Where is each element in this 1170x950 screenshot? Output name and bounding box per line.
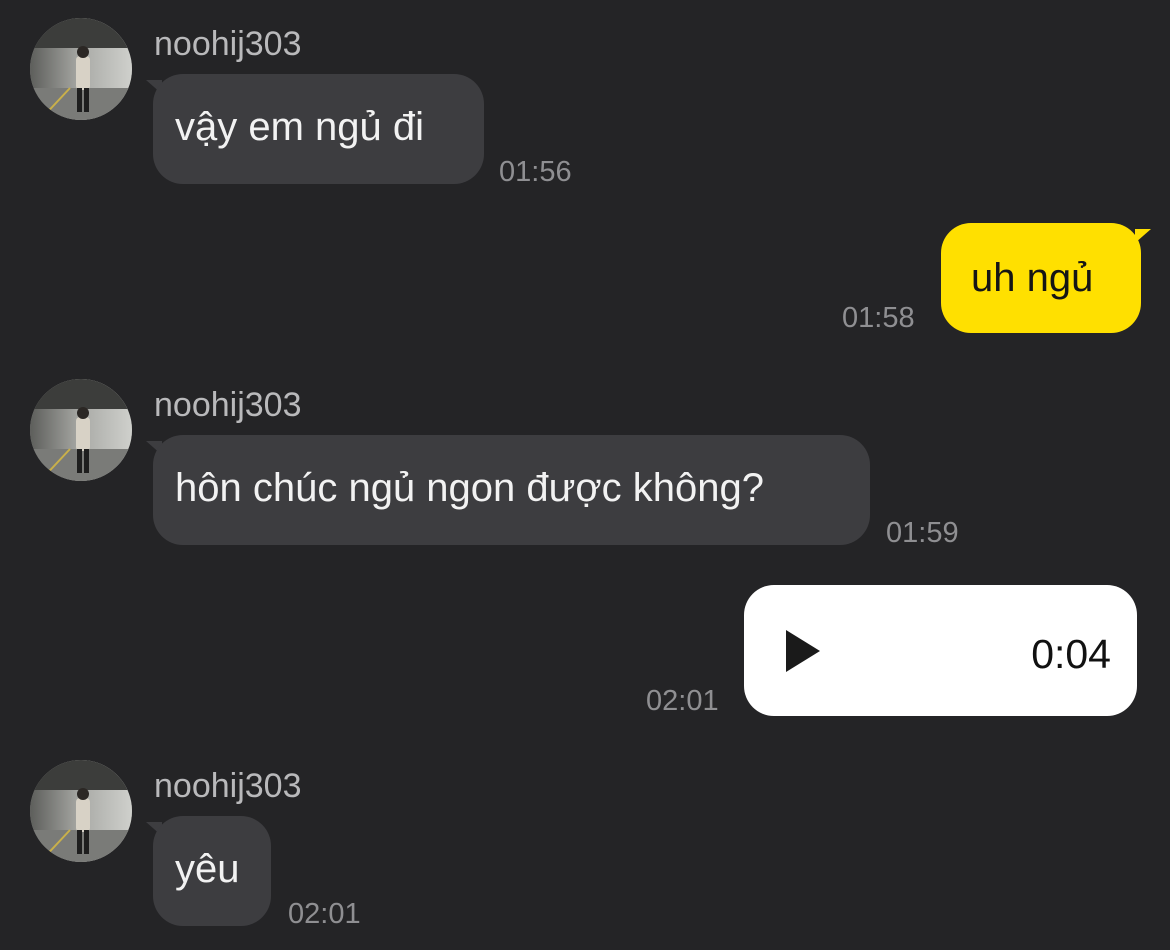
message-bubble[interactable]: uh ngủ — [941, 223, 1141, 333]
message-bubble[interactable]: hôn chúc ngủ ngon được không? — [153, 435, 870, 545]
message-timestamp: 01:59 — [886, 517, 959, 549]
bubble-tail — [1135, 229, 1151, 243]
message-timestamp: 01:58 — [842, 302, 915, 334]
sender-name: noohij303 — [154, 767, 302, 805]
voice-message-bubble[interactable]: 0:04 — [744, 585, 1137, 716]
sender-name: noohij303 — [154, 25, 302, 63]
sender-avatar[interactable] — [30, 760, 132, 862]
sender-avatar[interactable] — [30, 379, 132, 481]
message-timestamp: 01:56 — [499, 156, 572, 188]
voice-duration: 0:04 — [1031, 631, 1111, 677]
chat-conversation: noohij303 vậy em ngủ đi 01:56 uh ngủ 01:… — [0, 0, 1170, 950]
sender-avatar[interactable] — [30, 18, 132, 120]
message-bubble[interactable]: yêu — [153, 816, 271, 926]
message-timestamp: 02:01 — [288, 898, 361, 930]
sender-name: noohij303 — [154, 386, 302, 424]
play-icon[interactable] — [786, 630, 820, 672]
message-bubble[interactable]: vậy em ngủ đi — [153, 74, 484, 184]
message-timestamp: 02:01 — [646, 685, 719, 717]
